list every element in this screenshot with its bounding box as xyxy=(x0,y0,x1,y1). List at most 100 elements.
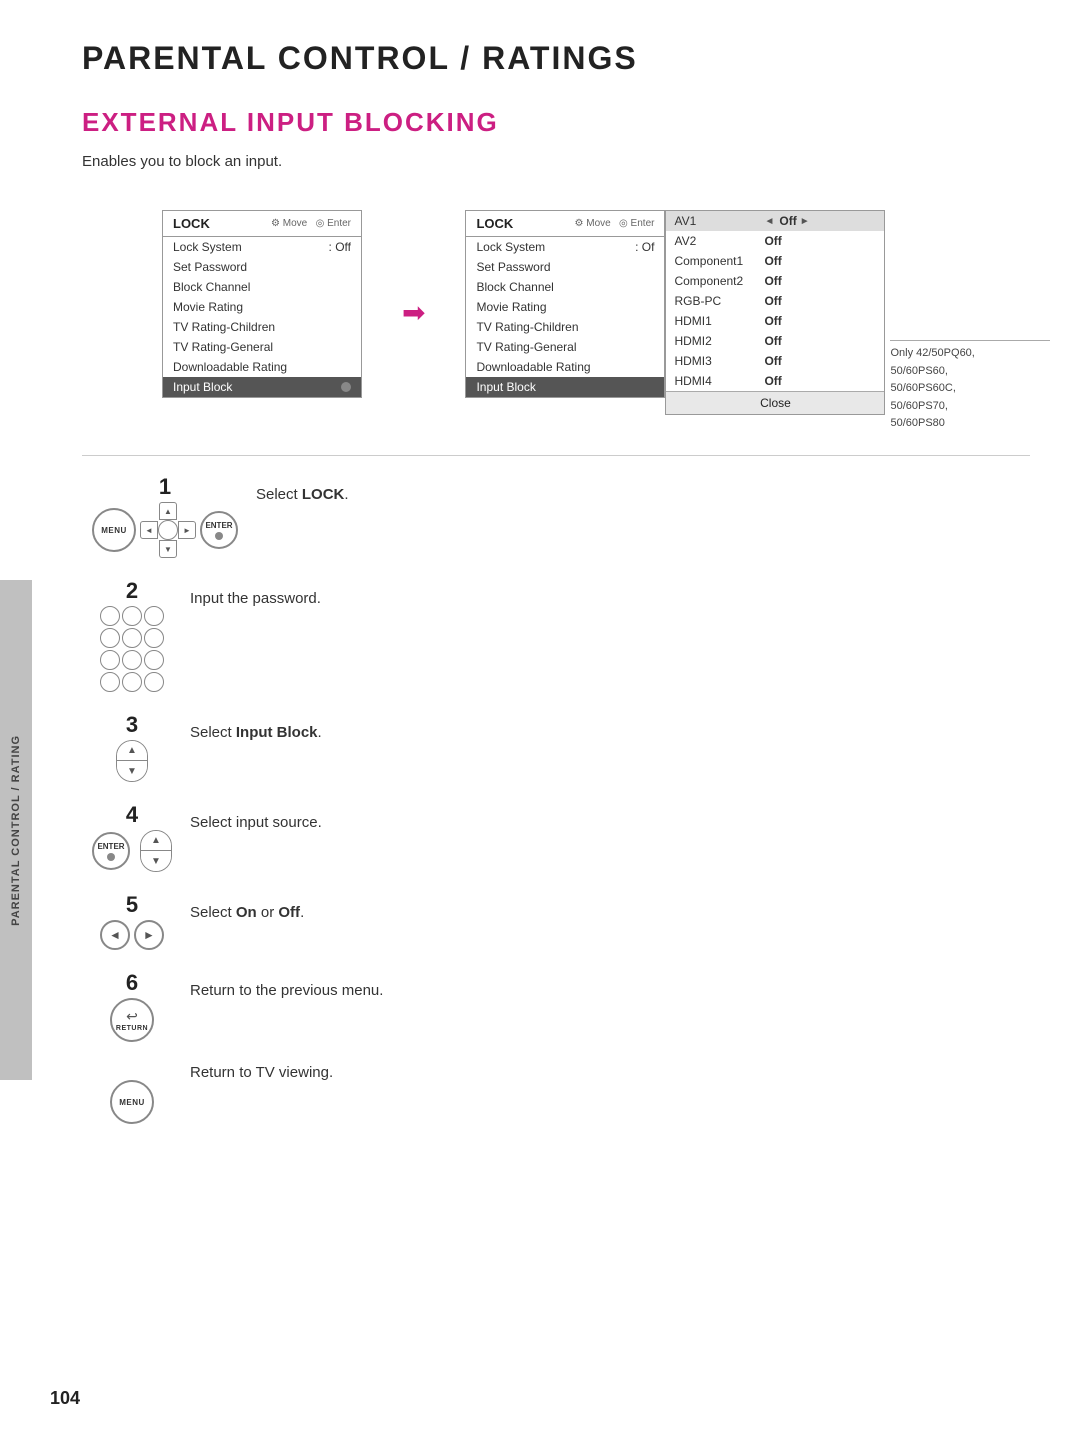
left-menu-item-3: Movie Rating xyxy=(163,297,361,317)
up-arrow-2-icon: ▲ xyxy=(141,831,171,851)
left-menu-item-input-block: Input Block xyxy=(163,377,361,397)
down-arrow-icon: ▼ xyxy=(117,761,147,781)
dpad-right-icon: ► xyxy=(178,521,196,539)
dpad-down-icon: ▼ xyxy=(159,540,177,558)
right-arrow-icon: ► xyxy=(800,216,810,227)
step-1-buttons: MENU ▲ ▼ ◄ ► ENTER xyxy=(92,502,238,558)
submenu-container: AV1 ◄ Off ► AV2 Off Componen xyxy=(665,210,885,415)
arrow-icon: ➡ xyxy=(402,296,425,329)
right-menu-item-4: TV Rating-Children xyxy=(466,317,664,337)
updown-button-icon: ▲ ▼ xyxy=(116,740,148,782)
dpad-center-icon xyxy=(158,520,178,540)
step-3-text: Select Input Block. xyxy=(190,714,322,745)
enter-button-icon: ENTER xyxy=(200,511,238,549)
dpad-up-icon: ▲ xyxy=(159,502,177,520)
right-menu-item-0: Lock System : Of xyxy=(466,237,664,257)
dpad-left-icon: ◄ xyxy=(140,521,158,539)
return-button-icon: ↩ RETURN xyxy=(110,998,154,1042)
left-menu-title: LOCK xyxy=(173,216,210,231)
side-note-text: Only 42/50PQ60,50/60PS60,50/60PS60C,50/6… xyxy=(890,347,974,429)
diagram-area: LOCK ⚙ Move ◎ Enter Lock System : Off Se… xyxy=(82,210,1030,415)
left-menu-item-1: Set Password xyxy=(163,257,361,277)
left-arrow-icon: ◄ xyxy=(764,216,774,227)
main-content: PARENTAL CONTROL / RATINGS EXTERNAL INPU… xyxy=(32,0,1080,1186)
step-6-text: Return to the previous menu. xyxy=(190,972,383,1003)
step-6b-icon: 6 MENU xyxy=(92,1054,172,1124)
step-5: 5 ◄ ► Select On or Off. xyxy=(92,894,1030,950)
step-6-number: 6 xyxy=(126,972,138,994)
right-menu-item-input-block: Input Block xyxy=(466,377,664,397)
right-menu-item-6: Downloadable Rating xyxy=(466,357,664,377)
sidebar-label: PARENTAL CONTROL / RATING xyxy=(10,735,22,926)
steps-section: 1 MENU ▲ ▼ ◄ ► ENT xyxy=(82,476,1030,1124)
submenu-row-component2: Component2 Off xyxy=(666,271,884,291)
sidebar: PARENTAL CONTROL / RATING xyxy=(0,580,32,1080)
submenu-row-av2: AV2 Off xyxy=(666,231,884,251)
step-6-icon: 6 ↩ RETURN xyxy=(92,972,172,1042)
dpad-icon: ▲ ▼ ◄ ► xyxy=(140,502,196,558)
page-number: 104 xyxy=(50,1388,80,1409)
numpad-icon xyxy=(100,606,164,692)
enter-button-icon-2: ENTER xyxy=(92,832,130,870)
step-3-number: 3 xyxy=(126,714,138,736)
page-title: PARENTAL CONTROL / RATINGS xyxy=(82,40,1030,77)
step-5-buttons: ◄ ► xyxy=(100,920,164,950)
lr-arrows-icon: ◄ ► xyxy=(100,920,164,950)
menu-button-icon: MENU xyxy=(92,508,136,552)
left-menu-header: LOCK ⚙ Move ◎ Enter xyxy=(163,211,361,237)
step-1-number: 1 xyxy=(159,476,171,498)
left-menu-nav: ⚙ Move ◎ Enter xyxy=(271,218,351,229)
down-arrow-2-icon: ▼ xyxy=(141,851,171,871)
right-menu-item-3: Movie Rating xyxy=(466,297,664,317)
right-menu-box: LOCK ⚙ Move ◎ Enter Lock System : Of Set… xyxy=(465,210,665,398)
submenu-row-hdmi2: HDMI2 Off xyxy=(666,331,884,351)
step-2-buttons xyxy=(100,606,164,692)
step-3-icon: 3 ▲ ▼ xyxy=(92,714,172,782)
enter-dot-icon xyxy=(215,532,223,540)
step-5-text: Select On or Off. xyxy=(190,894,304,925)
enter-dot-2-icon xyxy=(107,853,115,861)
right-menu-item-1: Set Password xyxy=(466,257,664,277)
right-menu-item-5: TV Rating-General xyxy=(466,337,664,357)
left-menu-item-5: TV Rating-General xyxy=(163,337,361,357)
submenu-row-rgbpc: RGB-PC Off xyxy=(666,291,884,311)
step-3-buttons: ▲ ▼ xyxy=(116,740,148,782)
right-btn-icon: ► xyxy=(134,920,164,950)
step-4: 4 ENTER ▲ ▼ Select input source. xyxy=(92,804,1030,872)
side-note-divider xyxy=(890,340,1050,341)
step-5-icon: 5 ◄ ► xyxy=(92,894,172,950)
step-2-number: 2 xyxy=(126,580,138,602)
step-6b-buttons: MENU xyxy=(110,1080,154,1124)
step-5-number: 5 xyxy=(126,894,138,916)
right-area: LOCK ⚙ Move ◎ Enter Lock System : Of Set… xyxy=(465,210,885,415)
submenu-row-hdmi4: HDMI4 Off xyxy=(666,371,884,391)
right-menu-item-2: Block Channel xyxy=(466,277,664,297)
left-menu-item-6: Downloadable Rating xyxy=(163,357,361,377)
submenu-row-hdmi3: HDMI3 Off xyxy=(666,351,884,371)
step-4-icon: 4 ENTER ▲ ▼ xyxy=(92,804,172,872)
submenu-box: AV1 ◄ Off ► AV2 Off Componen xyxy=(665,210,885,415)
submenu-row-av1: AV1 ◄ Off ► xyxy=(666,211,884,231)
step-4-text: Select input source. xyxy=(190,804,322,835)
step-4-number: 4 xyxy=(126,804,138,826)
right-menu-title: LOCK xyxy=(476,216,513,231)
left-menu-item-2: Block Channel xyxy=(163,277,361,297)
step-1-icon: 1 MENU ▲ ▼ ◄ ► ENT xyxy=(92,476,238,558)
section-divider xyxy=(82,455,1030,456)
right-menu-header: LOCK ⚙ Move ◎ Enter xyxy=(466,211,664,237)
step-6b: 6 MENU Return to TV viewing. xyxy=(92,1054,1030,1124)
step-6-buttons: ↩ RETURN xyxy=(110,998,154,1042)
step-6b-text: Return to TV viewing. xyxy=(190,1054,333,1085)
menu-button-icon-2: MENU xyxy=(110,1080,154,1124)
close-button[interactable]: Close xyxy=(666,391,884,414)
side-note: Only 42/50PQ60,50/60PS60,50/60PS60C,50/6… xyxy=(890,340,1050,433)
section-title: EXTERNAL INPUT BLOCKING xyxy=(82,107,1030,138)
enter-dot-icon xyxy=(341,382,351,392)
left-btn-icon: ◄ xyxy=(100,920,130,950)
step-3: 3 ▲ ▼ Select Input Block. xyxy=(92,714,1030,782)
left-menu-box: LOCK ⚙ Move ◎ Enter Lock System : Off Se… xyxy=(162,210,362,398)
up-arrow-icon: ▲ xyxy=(117,741,147,761)
left-menu-item-4: TV Rating-Children xyxy=(163,317,361,337)
step-2: 2 xyxy=(92,580,1030,692)
submenu-row-component1: Component1 Off xyxy=(666,251,884,271)
